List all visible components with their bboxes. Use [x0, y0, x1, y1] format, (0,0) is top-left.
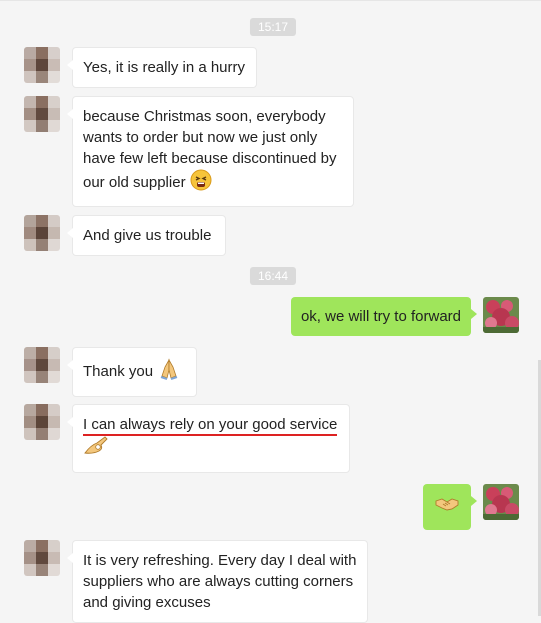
message-bubble[interactable]: It is very refreshing. Every day I deal …	[67, 540, 368, 623]
tired-face-icon	[190, 169, 212, 197]
message-bubble[interactable]: I can always rely on your good service	[67, 404, 350, 473]
peer-avatar[interactable]	[24, 404, 60, 440]
handshake-icon	[435, 492, 459, 522]
top-divider	[0, 0, 541, 1]
message-text: It is very refreshing. Every day I deal …	[83, 552, 357, 611]
timestamp: 16:44	[249, 267, 297, 285]
message-bubble[interactable]: Thank you	[67, 347, 197, 397]
message-bubble[interactable]: And give us trouble	[67, 215, 226, 256]
message-text: I can always rely on your good service	[83, 416, 338, 436]
ok-hand-icon	[83, 435, 109, 463]
message-bubble[interactable]: because Christmas soon, everybody wants …	[67, 96, 354, 207]
message-bubble[interactable]: Yes, it is really in a hurry	[67, 47, 257, 88]
message-text: Yes, it is really in a hurry	[83, 59, 246, 76]
message-bubble[interactable]	[423, 484, 477, 530]
my-avatar[interactable]	[483, 484, 519, 520]
message-text: ok, we will try to forward	[300, 308, 461, 325]
peer-avatar[interactable]	[24, 47, 60, 83]
peer-avatar[interactable]	[24, 540, 60, 576]
my-avatar[interactable]	[483, 297, 519, 333]
peer-avatar[interactable]	[24, 96, 60, 132]
peer-avatar[interactable]	[24, 347, 60, 383]
message-text: Thank you	[83, 362, 154, 380]
message-text: And give us trouble	[83, 227, 212, 244]
timestamp: 15:17	[249, 18, 297, 36]
peer-avatar[interactable]	[24, 215, 60, 251]
folded-hands-icon	[157, 357, 181, 387]
message-bubble[interactable]: ok, we will try to forward	[290, 297, 478, 336]
